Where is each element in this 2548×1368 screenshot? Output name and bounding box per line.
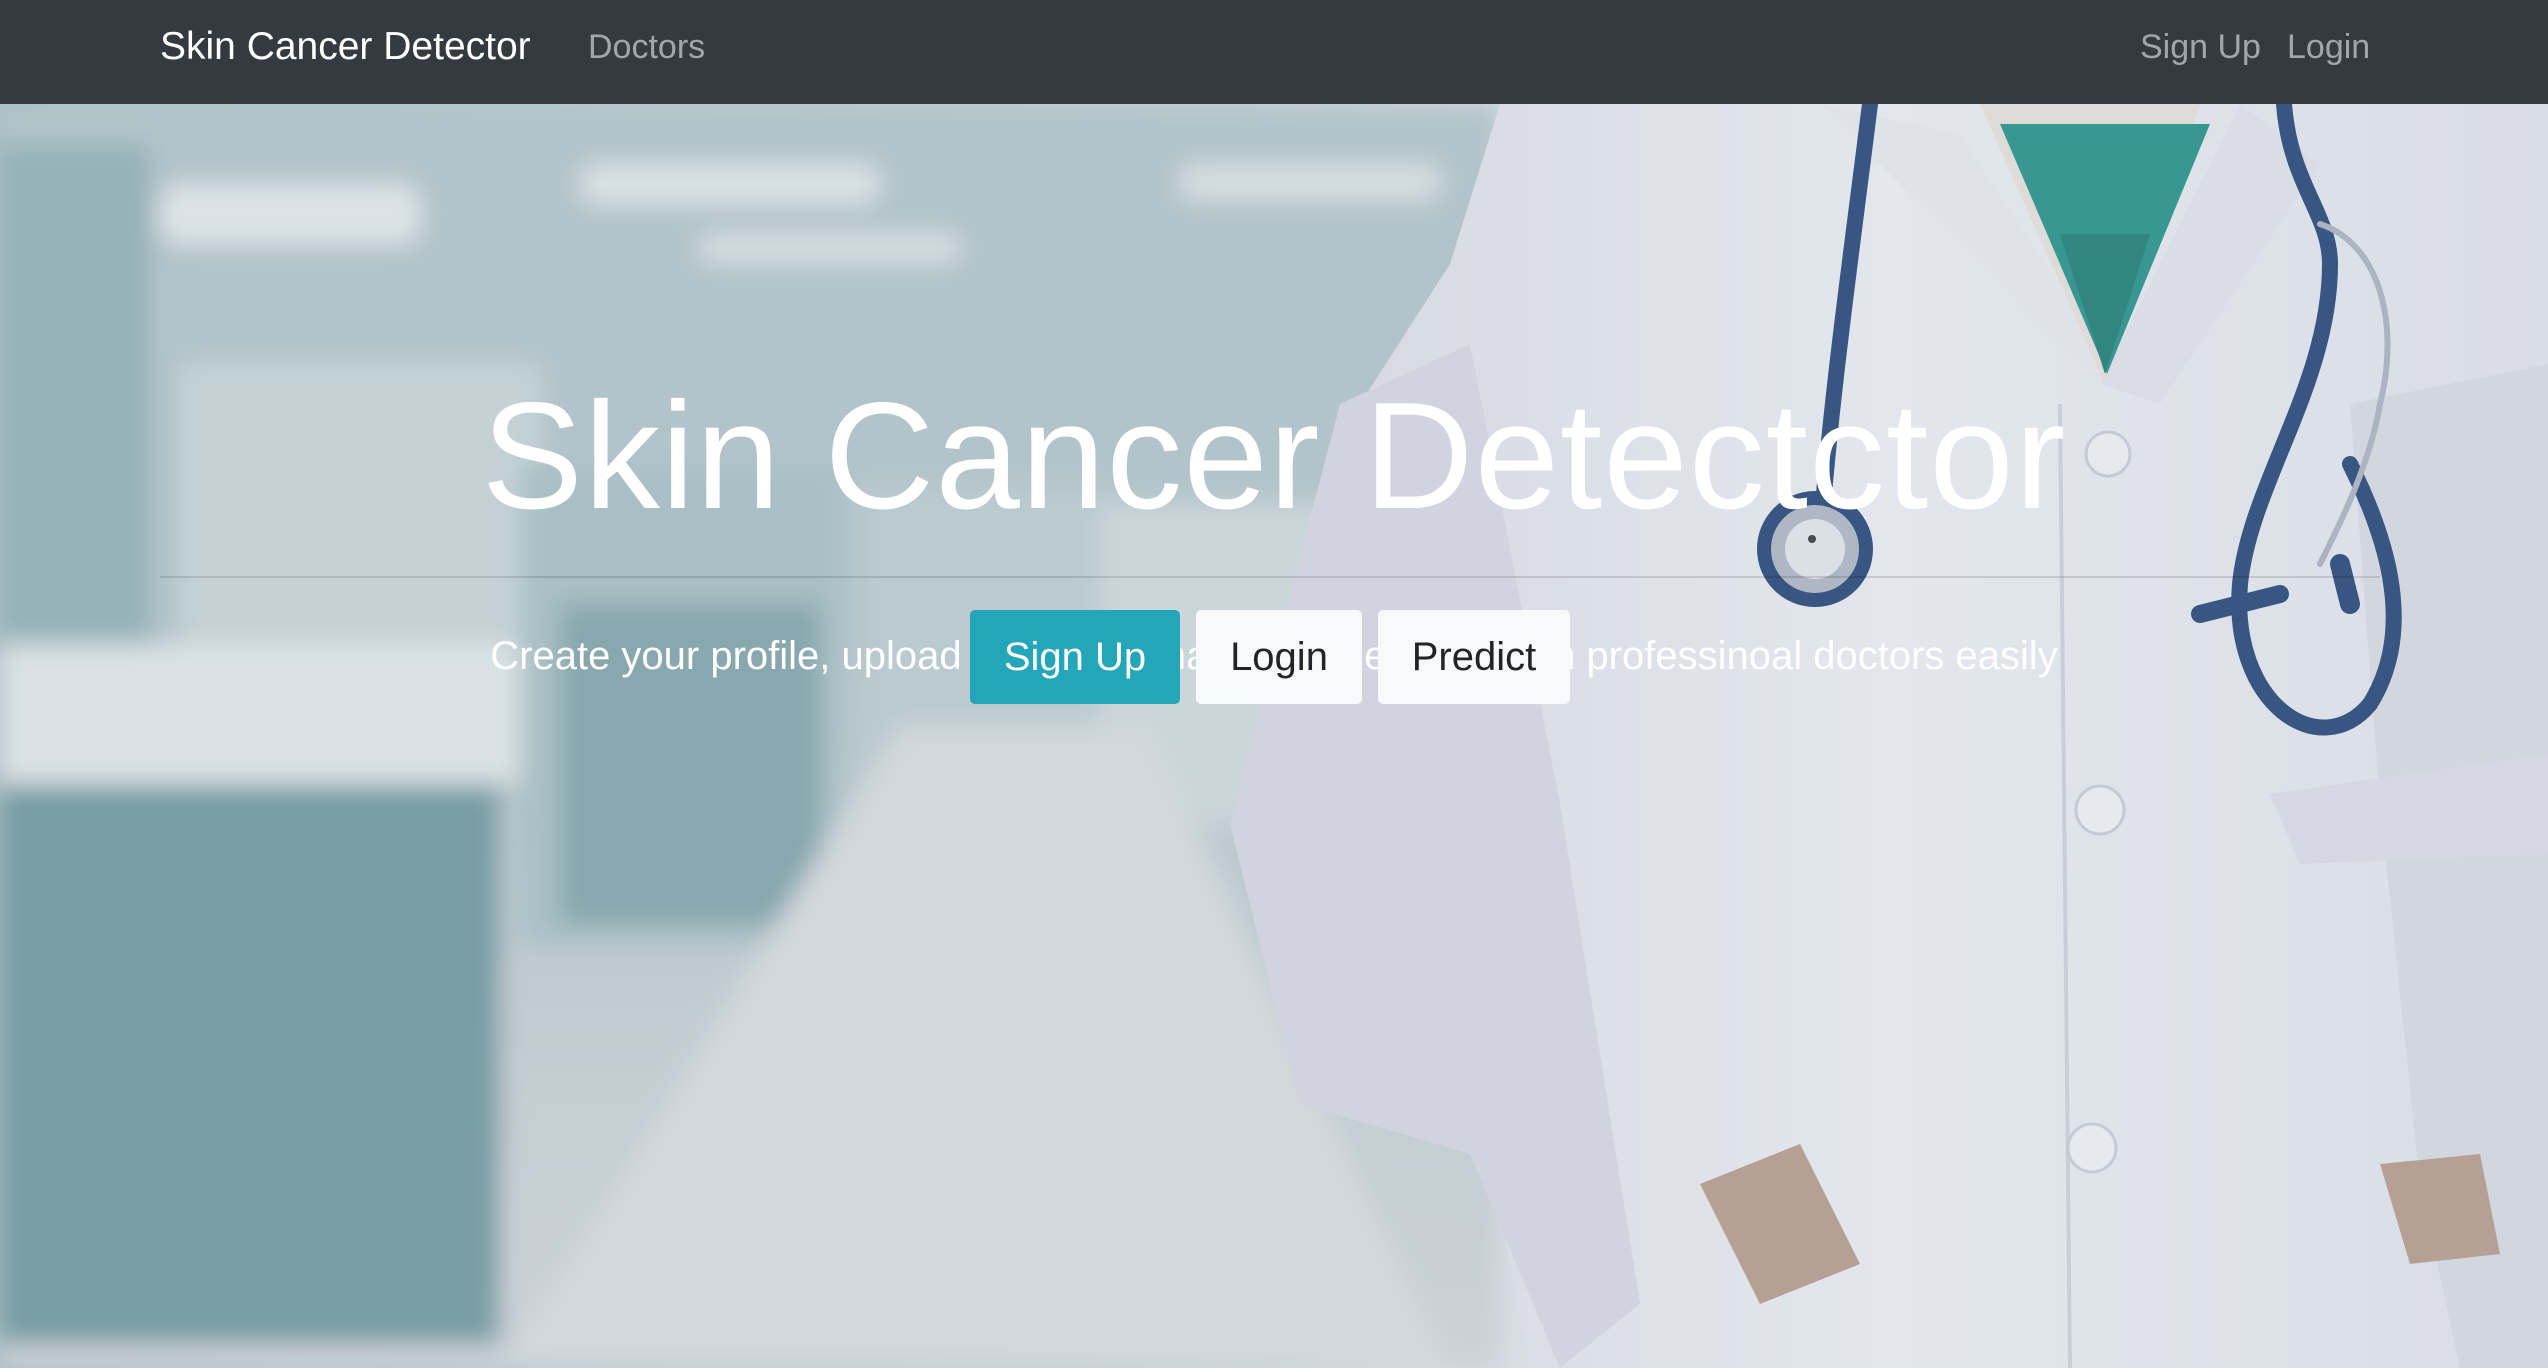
nav-login-link[interactable]: Login	[2287, 24, 2370, 70]
hero-divider	[160, 576, 2380, 578]
top-navbar: Skin Cancer Detector Doctors Sign Up Log…	[0, 0, 2548, 104]
login-button[interactable]: Login	[1196, 610, 1362, 704]
signup-button[interactable]: Sign Up	[970, 610, 1180, 704]
nav-signup-link[interactable]: Sign Up	[2140, 24, 2261, 70]
hero-section: Skin Cancer Detectctor Create your profi…	[0, 104, 2548, 1368]
hero-overlay	[0, 104, 2548, 1368]
hero-title: Skin Cancer Detectctor	[481, 370, 2067, 541]
nav-doctors-link[interactable]: Doctors	[588, 24, 705, 70]
predict-button[interactable]: Predict	[1378, 610, 1570, 704]
brand-link[interactable]: Skin Cancer Detector	[160, 22, 531, 72]
